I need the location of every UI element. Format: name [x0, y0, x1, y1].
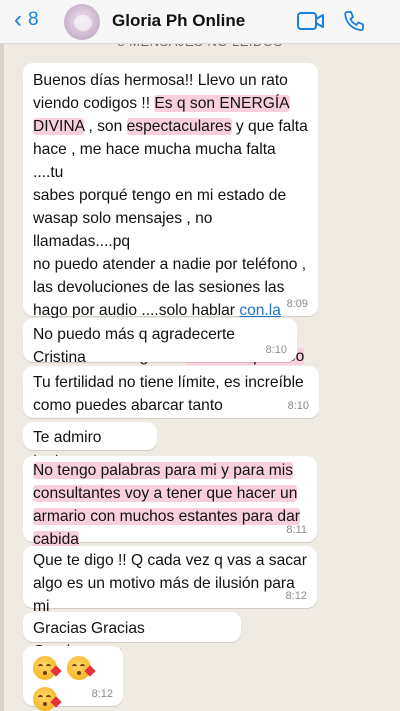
message-line: DIVINA , son espectaculares y que falta: [33, 115, 308, 138]
message-text: viendo codigos !!: [33, 95, 155, 112]
message-text: y que falta: [231, 118, 308, 135]
message-time: 8:09: [286, 298, 308, 310]
message-bubble[interactable]: No puedo más q agradecerte Cristina 8:10: [23, 318, 297, 366]
message-bubble[interactable]: No tengo palabras para mi y para mis cons…: [23, 456, 317, 548]
message-text: hace , me hace mucha mucha falta ....tu: [33, 141, 276, 181]
message-bubble[interactable]: 8:12: [23, 646, 123, 711]
message-bubble[interactable]: Tu fertilidad no tiene límite, es increí…: [23, 366, 319, 418]
chat-header: ‹ 8 Gloria Ph Online: [0, 0, 400, 44]
highlighted-text: consultantes voy a tener que hacer un: [33, 485, 298, 502]
message-line: sabes porqué tengo en mi estado de: [33, 184, 308, 207]
kiss-emoji-icon: [67, 656, 96, 680]
message-text: Que te digo !! Q cada vez q vas a sacar: [33, 552, 307, 569]
message-text: no puedo atender a nadie por teléfono ,: [33, 256, 307, 273]
message-bubble[interactable]: Buenos días hermosa!! Llevo un rato viend…: [23, 63, 318, 388]
message-line: wasap solo mensajes , no llamadas....pq: [33, 207, 308, 253]
message-line: viendo codigos !! Es q son ENERGÍA: [33, 92, 308, 115]
avatar[interactable]: [64, 4, 100, 40]
message-line: hace , me hace mucha mucha falta ....tu: [33, 138, 308, 184]
phone-call-icon[interactable]: [342, 9, 366, 33]
highlighted-text: DIVINA: [33, 118, 85, 135]
contact-name[interactable]: Gloria Ph Online: [112, 11, 245, 31]
highlighted-text: No tengo palabras para mi y para mis: [33, 462, 294, 479]
highlighted-text: armario con muchos estantes para dar: [33, 508, 300, 525]
message-bubble[interactable]: Gracias Gracias Gracias8:12: [23, 612, 241, 660]
message-line: consultantes voy a tener que hacer un: [33, 482, 307, 505]
back-button[interactable]: ‹ 8: [14, 6, 39, 33]
kiss-emoji-icon: [33, 687, 62, 711]
message-time: 8:11: [286, 524, 307, 536]
message-time: 8:10: [265, 344, 287, 356]
message-line: Tu fertilidad no tiene límite, es increí…: [33, 371, 309, 394]
unread-count: 8: [28, 9, 39, 30]
message-text: sabes porqué tengo en mi estado de: [33, 187, 287, 204]
message-text: hago por audio ....solo hablar: [33, 302, 240, 319]
message-line: Buenos días hermosa!! Llevo un rato: [33, 69, 308, 92]
message-bubble[interactable]: Que te digo !! Q cada vez q vas a sacar a…: [23, 546, 317, 615]
message-line: no puedo atender a nadie por teléfono ,: [33, 253, 308, 276]
highlighted-text: espectaculares: [126, 118, 232, 135]
message-line: como puedes abarcar tanto: [33, 394, 309, 417]
message-text: como puedes abarcar tanto: [33, 397, 223, 414]
chevron-left-icon: ‹: [14, 6, 22, 33]
video-call-icon[interactable]: [296, 10, 326, 32]
message-line: Que te digo !! Q cada vez q vas a sacar: [33, 549, 307, 572]
message-time: 8:12: [285, 590, 307, 602]
message-text: wasap solo mensajes , no llamadas....pq: [33, 210, 213, 250]
kiss-emoji-icon: [33, 656, 62, 680]
message-text: Tu fertilidad no tiene límite, es increí…: [33, 374, 304, 391]
message-bubble[interactable]: Te admiro tanto8:10: [23, 422, 157, 469]
left-edge: [0, 0, 4, 711]
message-text: algo es un motivo más de ilusión para mi: [33, 575, 295, 615]
message-text: Buenos días hermosa!! Llevo un rato: [33, 72, 288, 89]
message-link[interactable]: con.la: [239, 302, 281, 319]
message-line: las devoluciones de las sesiones las: [33, 276, 308, 299]
message-text: No puedo más q agradecerte Cristina: [33, 326, 235, 366]
message-text: las devoluciones de las sesiones las: [33, 279, 285, 296]
message-time: 8:10: [287, 400, 309, 412]
message-line: No tengo palabras para mi y para mis: [33, 459, 307, 482]
highlighted-text: Es q son ENERGÍA: [154, 95, 290, 112]
message-line: armario con muchos estantes para dar: [33, 505, 307, 528]
message-line: No puedo más q agradecerte Cristina: [33, 323, 287, 369]
message-time: 8:12: [91, 688, 113, 700]
message-text: , son: [84, 118, 127, 135]
